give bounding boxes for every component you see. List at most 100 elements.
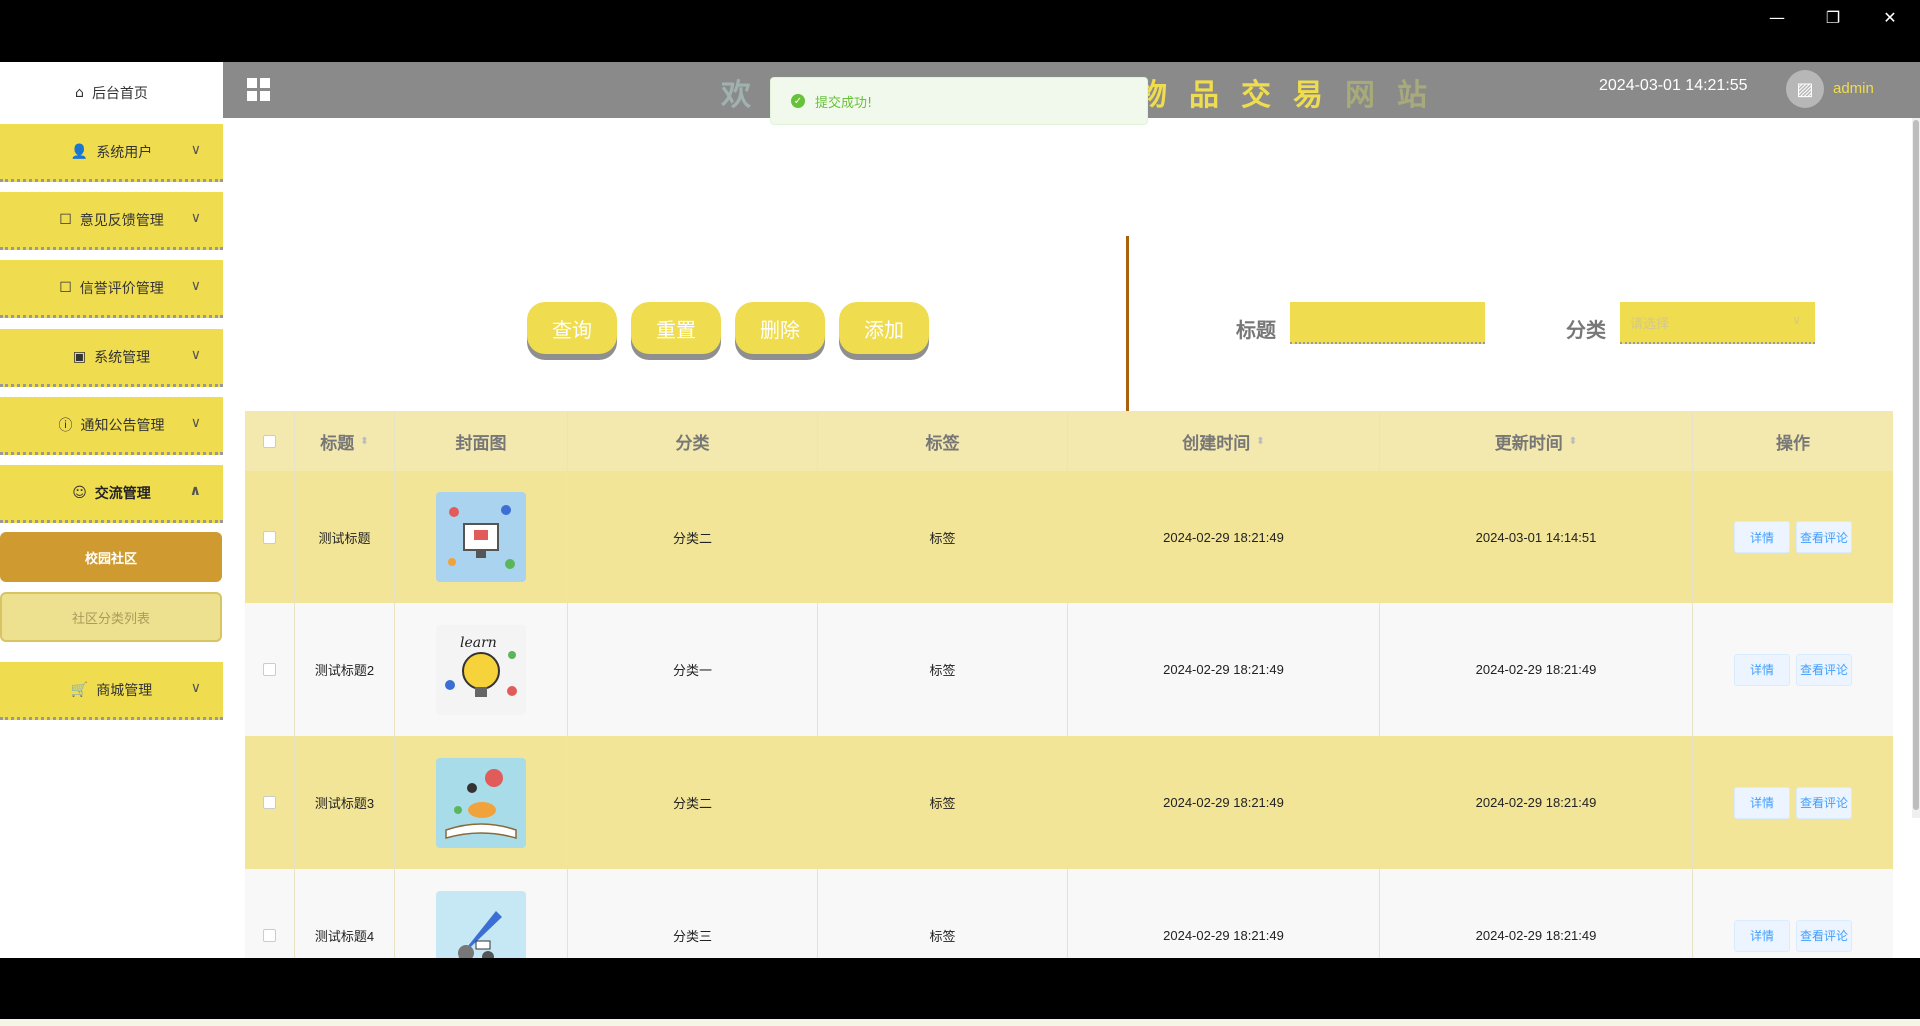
col-header-category: 分类	[568, 411, 818, 471]
row-checkbox[interactable]	[263, 663, 276, 676]
sort-icon[interactable]: ⬍	[1569, 436, 1577, 447]
data-table: 标题 ⬍ 封面图 分类 标签 创建时间 ⬍ 更新时间 ⬍ 操作 测试标题 分类二 标签…	[245, 411, 1893, 958]
cell-title: 测试标题3	[295, 736, 395, 869]
chevron-down-icon: ∨	[190, 278, 201, 294]
sidebar-subitem-category[interactable]: 社区分类列表	[0, 592, 222, 642]
table-row: 测试标题 分类二 标签 2024-02-29 18:21:49 2024-03-…	[245, 471, 1893, 603]
sidebar-subitem-campus[interactable]: 校园社区	[0, 532, 222, 582]
sidebar-subitem-label: 校园社区	[84, 551, 137, 567]
image-icon: ▨	[1796, 78, 1814, 100]
scrollbar-thumb[interactable]	[1913, 120, 1919, 810]
chat-icon: ☺	[72, 484, 87, 501]
info-icon: ⓘ	[58, 417, 73, 434]
current-datetime: 2024-03-01 14:21:55	[1599, 77, 1748, 94]
close-window-button[interactable]: ✕	[1870, 8, 1910, 27]
view-comments-button[interactable]: 查看评论	[1796, 521, 1852, 553]
detail-button[interactable]: 详情	[1734, 786, 1790, 819]
cell-category: 分类三	[568, 869, 818, 958]
avatar[interactable]: ▨	[1786, 70, 1824, 108]
cell-tag: 标签	[818, 869, 1068, 958]
view-comments-button[interactable]: 查看评论	[1796, 653, 1852, 686]
table-header-row: 标题 ⬍ 封面图 分类 标签 创建时间 ⬍ 更新时间 ⬍ 操作	[245, 411, 1893, 471]
cell-updated: 2024-02-29 18:21:49	[1380, 603, 1693, 736]
table-row: 测试标题3 分类二 标签 2024-02-29 18:21:49 2024-02…	[245, 736, 1893, 869]
cell-category: 分类二	[568, 736, 818, 869]
app-window: ⌂ 后台首页 👤 系统用户 ∨ ☐ 意见反馈管理 ∨ ☐ 信誉评价管理 ∨ ▣ …	[0, 62, 1920, 958]
cell-title: 测试标题4	[295, 869, 395, 958]
chevron-up-icon: ∧	[189, 483, 201, 499]
select-all-checkbox[interactable]	[263, 434, 276, 448]
minimize-button[interactable]: —	[1757, 8, 1797, 27]
row-checkbox[interactable]	[263, 929, 276, 942]
col-header-cover: 封面图	[395, 411, 568, 471]
sidebar-item-system[interactable]: ▣ 系统管理 ∨	[0, 329, 223, 387]
sidebar-home[interactable]: ⌂ 后台首页	[0, 62, 223, 124]
cell-tag: 标签	[818, 603, 1068, 736]
search-button[interactable]: 查询	[527, 302, 617, 354]
add-button[interactable]: 添加	[839, 302, 929, 354]
toast-message: 提交成功!	[815, 95, 873, 111]
screen: — ❐ ✕ ⌂ 后台首页 👤 系统用户 ∨ ☐ 意见反馈管理 ∨ ☐ 信誉评价管…	[0, 0, 1920, 1026]
row-checkbox[interactable]	[263, 796, 276, 809]
user-icon: 👤	[70, 143, 89, 160]
sidebar-item-label: 商城管理	[96, 682, 153, 699]
cell-category: 分类二	[568, 471, 818, 603]
row-checkbox[interactable]	[263, 530, 276, 544]
sidebar-subitem-label: 社区分类列表	[71, 611, 150, 627]
username[interactable]: admin	[1833, 80, 1874, 97]
sidebar-item-notice[interactable]: ⓘ 通知公告管理 ∨	[0, 397, 223, 455]
col-header-tag: 标签	[818, 411, 1068, 471]
chevron-down-icon: ∨	[190, 142, 201, 158]
svg-text:learn: learn	[460, 635, 497, 651]
title-filter-input[interactable]	[1290, 302, 1485, 344]
vertical-scrollbar[interactable]	[1912, 118, 1920, 818]
category-filter-label: 分类	[1566, 318, 1606, 342]
col-header-created[interactable]: 创建时间 ⬍	[1068, 411, 1380, 471]
reset-button[interactable]: 重置	[631, 302, 721, 354]
category-select-placeholder: 请选择	[1630, 316, 1670, 332]
cover-image	[436, 890, 526, 958]
col-header-updated[interactable]: 更新时间 ⬍	[1380, 411, 1693, 471]
cell-created: 2024-02-29 18:21:49	[1068, 736, 1380, 869]
detail-button[interactable]: 详情	[1734, 653, 1790, 686]
view-comments-button[interactable]: 查看评论	[1796, 786, 1852, 819]
chevron-down-icon: ∨	[190, 680, 201, 696]
chevron-down-icon: ∨	[1792, 313, 1801, 327]
sidebar-item-feedback[interactable]: ☐ 意见反馈管理 ∨	[0, 192, 223, 250]
maximize-button[interactable]: ❐	[1813, 8, 1853, 27]
sidebar-item-label: 信誉评价管理	[79, 280, 164, 297]
cell-created: 2024-02-29 18:21:49	[1068, 471, 1380, 603]
col-header-title[interactable]: 标题 ⬍	[295, 411, 395, 471]
cell-created: 2024-02-29 18:21:49	[1068, 869, 1380, 958]
sidebar-item-credit[interactable]: ☐ 信誉评价管理 ∨	[0, 260, 223, 318]
sidebar-item-exchange[interactable]: ☺ 交流管理 ∧	[0, 465, 223, 523]
category-select[interactable]: 请选择 ∨	[1620, 302, 1815, 344]
document-icon: ☐	[59, 211, 72, 228]
cell-updated: 2024-02-29 18:21:49	[1380, 736, 1693, 869]
sidebar-item-label: 意见反馈管理	[79, 212, 164, 229]
sort-icon[interactable]: ⬍	[1256, 436, 1264, 447]
cell-category: 分类一	[568, 603, 818, 736]
sidebar-item-users[interactable]: 👤 系统用户 ∨	[0, 124, 223, 182]
cell-tag: 标签	[818, 471, 1068, 603]
cell-title: 测试标题2	[295, 603, 395, 736]
cover-image	[436, 492, 526, 582]
table-row: 测试标题2 learn 分类一 标签 2024-02-29 18:21:49 2…	[245, 603, 1893, 736]
sidebar-item-shop[interactable]: 🛒 商城管理 ∨	[0, 662, 223, 720]
chevron-down-icon: ∨	[190, 415, 201, 431]
detail-button[interactable]: 详情	[1734, 919, 1790, 952]
menu-grid-icon[interactable]	[247, 78, 270, 101]
view-comments-button[interactable]: 查看评论	[1796, 919, 1852, 952]
delete-button[interactable]: 删除	[735, 302, 825, 354]
detail-button[interactable]: 详情	[1734, 521, 1790, 553]
cell-updated: 2024-03-01 14:14:51	[1380, 471, 1693, 603]
cart-icon: 🛒	[70, 681, 89, 698]
main-content: 查询 重置 删除 添加 标题 分类 请选择 ∨ 标题⬍ 封面图 分类 标签 创	[223, 118, 1908, 958]
cell-title: 测试标题	[295, 471, 395, 603]
success-toast: ✓ 提交成功!	[770, 77, 1148, 125]
divider	[1126, 236, 1129, 436]
cell-tag: 标签	[818, 736, 1068, 869]
chevron-down-icon: ∨	[190, 210, 201, 226]
sidebar-item-label: 系统用户	[96, 144, 153, 161]
sort-icon[interactable]: ⬍	[360, 436, 368, 447]
